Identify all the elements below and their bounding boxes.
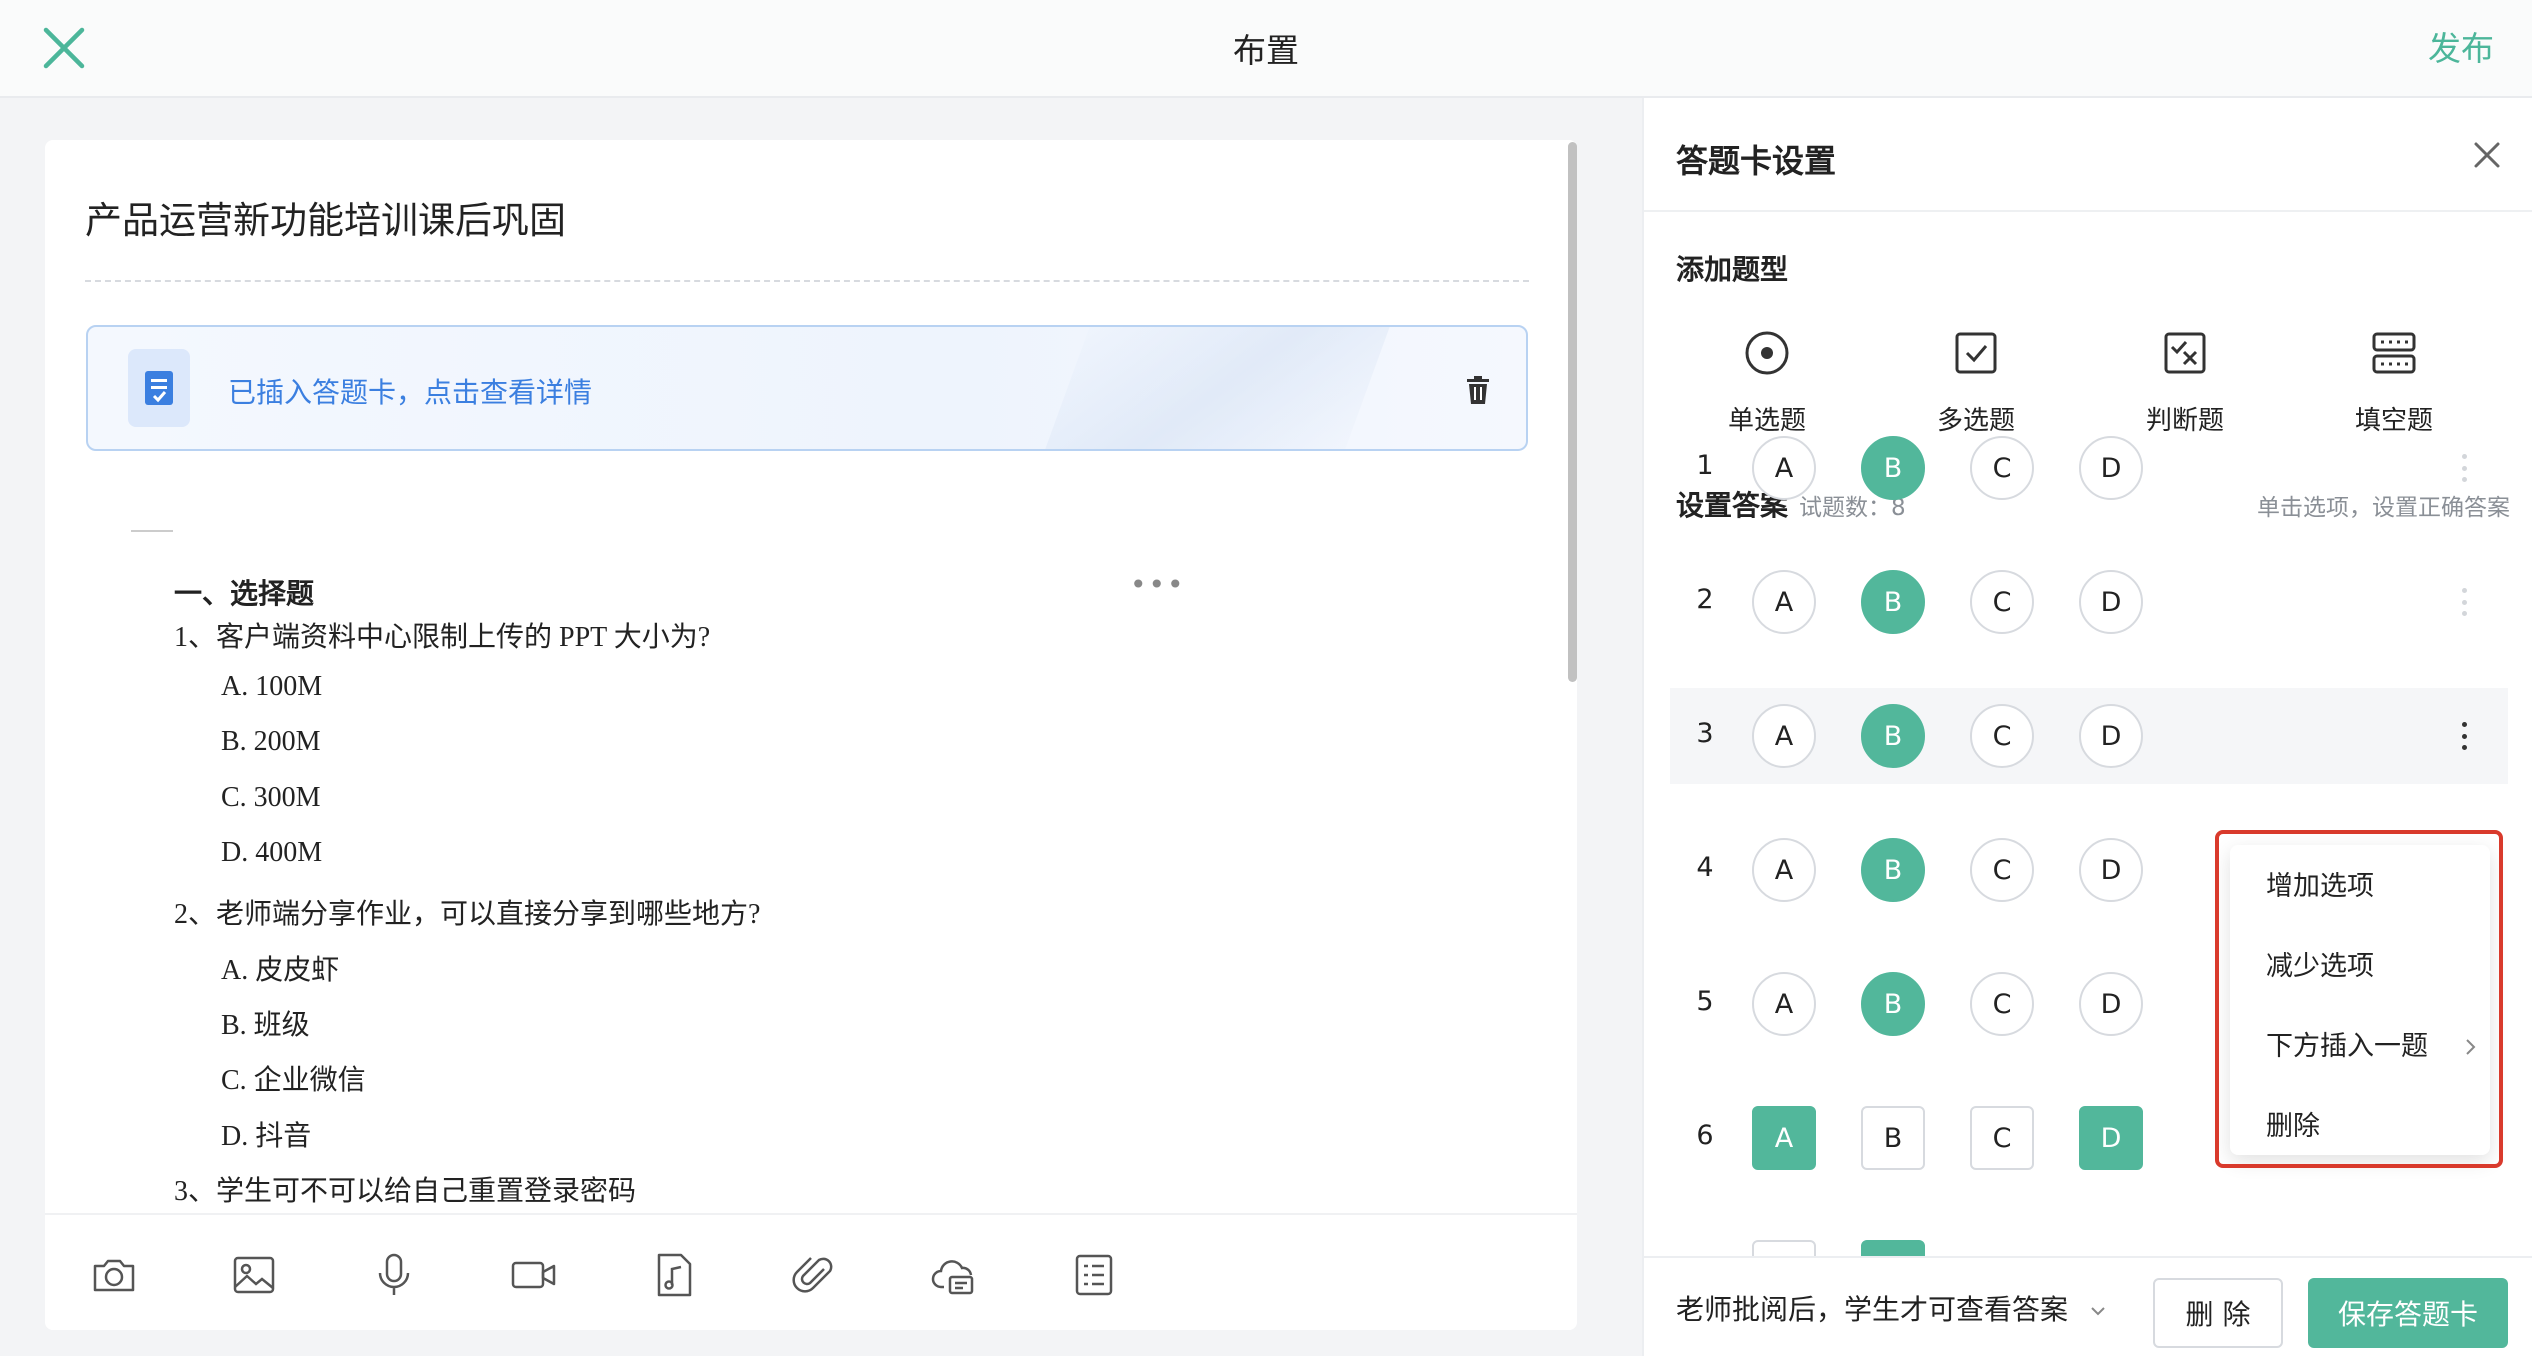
document-title[interactable]: 产品运营新功能培训课后巩固 <box>85 190 566 244</box>
publish-button[interactable]: 发布 <box>2428 22 2494 70</box>
chevron-down-icon <box>2091 1307 2105 1316</box>
question-option: A. 皮皮虾 <box>221 955 340 986</box>
answer-option[interactable]: D <box>2079 436 2143 500</box>
answer-option[interactable]: C <box>1970 838 2034 902</box>
row-number: 6 <box>1696 1120 1714 1151</box>
answer-option[interactable]: A <box>1752 838 1816 902</box>
row-number: 2 <box>1696 584 1714 615</box>
answer-option[interactable]: C <box>1970 1106 2034 1170</box>
delete-button[interactable]: 删 除 <box>2153 1278 2283 1348</box>
menu-item-insert-below[interactable]: 下方插入一题 <box>2230 1011 2490 1083</box>
trash-icon[interactable] <box>1464 375 1492 405</box>
list-icon[interactable] <box>1070 1251 1118 1299</box>
answer-option[interactable]: A <box>1752 704 1816 768</box>
question-option: B. 200M <box>221 726 321 757</box>
question-option: B. 班级 <box>221 1010 310 1041</box>
menu-item-delete[interactable]: 删除 <box>2230 1091 2490 1163</box>
question-option: D. 抖音 <box>221 1121 312 1152</box>
answer-option[interactable]: A <box>1752 1106 1816 1170</box>
answer-option[interactable]: D <box>2079 838 2143 902</box>
question-option: C. 企业微信 <box>221 1065 366 1096</box>
more-icon[interactable]: ••• <box>1130 568 1186 601</box>
answer-option[interactable]: C <box>1970 436 2034 500</box>
save-answer-card-button[interactable]: 保存答题卡 <box>2308 1278 2508 1348</box>
answer-option[interactable]: B <box>1861 972 1925 1036</box>
page-title: 布置 <box>1233 31 1299 70</box>
panel-title: 答题卡设置 <box>1676 142 1837 180</box>
music-file-icon[interactable] <box>650 1251 698 1299</box>
answer-visibility-select[interactable]: 老师批阅后，学生才可查看答案 <box>1676 1288 2107 1328</box>
close-icon[interactable] <box>2470 138 2504 172</box>
answer-visibility-label: 老师批阅后，学生才可查看答案 <box>1676 1293 2069 1326</box>
cloud-file-icon[interactable] <box>930 1251 978 1299</box>
answer-option[interactable]: B <box>1861 570 1925 634</box>
answer-option[interactable]: A <box>1752 570 1816 634</box>
section-heading: 一、选择题 <box>174 577 315 610</box>
answer-row: 1 ABCD <box>1670 420 2508 516</box>
row-number: 1 <box>1696 450 1714 481</box>
row-number: 4 <box>1696 852 1714 883</box>
banner-decoration <box>1035 327 1397 449</box>
question-option: C. 300M <box>221 782 321 813</box>
answer-option[interactable]: D <box>2079 570 2143 634</box>
microphone-icon[interactable] <box>370 1251 418 1299</box>
add-type-heading: 添加题型 <box>1676 253 1789 286</box>
radio-icon <box>1745 331 1789 375</box>
answer-row: 2 ABCD <box>1670 554 2508 650</box>
camera-icon[interactable] <box>90 1251 138 1299</box>
answer-option[interactable]: A <box>1752 436 1816 500</box>
answer-row: 3 ABCD <box>1670 688 2508 784</box>
more-vertical-icon[interactable] <box>2454 716 2474 756</box>
menu-item-add-option[interactable]: 增加选项 <box>2230 851 2490 923</box>
document-editor: 产品运营新功能培训课后巩固 已插入答题卡，点击查看详情 一、选择题 ••• 1、… <box>45 140 1577 1330</box>
panel-footer: 老师批阅后，学生才可查看答案 删 除 保存答题卡 <box>1644 1256 2532 1356</box>
checkbox-icon <box>1955 332 1997 374</box>
more-vertical-icon[interactable] <box>2454 448 2474 488</box>
menu-item-label: 下方插入一题 <box>2266 1031 2428 1062</box>
question-text: 1、客户端资料中心限制上传的 PPT 大小为? <box>174 622 711 653</box>
chevron-right-icon <box>2466 1039 2476 1055</box>
answer-option[interactable]: D <box>2079 1106 2143 1170</box>
more-vertical-icon[interactable] <box>2454 582 2474 622</box>
answer-option[interactable]: B <box>1861 1106 1925 1170</box>
title-divider <box>85 280 1529 282</box>
answer-card-icon <box>128 349 190 427</box>
answer-card-panel: 答题卡设置 添加题型 单选题 多选题 判断题 填空题 设置答案 试题数：8 单击… <box>1642 98 2532 1356</box>
answer-option[interactable]: B <box>1861 436 1925 500</box>
question-text: 3、学生可不可以给自己重置登录密码 <box>174 1176 637 1207</box>
row-number: 5 <box>1696 986 1714 1017</box>
row-number: 3 <box>1696 718 1714 749</box>
image-icon[interactable] <box>230 1251 278 1299</box>
answer-option[interactable]: C <box>1970 570 2034 634</box>
banner-link-text: 已插入答题卡，点击查看详情 <box>228 376 593 409</box>
answer-option[interactable]: B <box>1861 838 1925 902</box>
question-text: 2、老师端分享作业，可以直接分享到哪些地方? <box>174 899 761 930</box>
media-toolbar <box>45 1213 1577 1330</box>
question-option: A. 100M <box>221 671 323 702</box>
question-option: D. 400M <box>221 837 323 868</box>
menu-item-remove-option[interactable]: 减少选项 <box>2230 931 2490 1003</box>
judge-icon <box>2164 332 2206 374</box>
panel-divider <box>1644 210 2532 212</box>
close-icon[interactable] <box>38 22 90 74</box>
paragraph-marker <box>131 530 173 532</box>
attachment-icon[interactable] <box>790 1251 838 1299</box>
answer-option[interactable]: A <box>1752 972 1816 1036</box>
answer-option[interactable]: C <box>1970 972 2034 1036</box>
answer-card-banner[interactable]: 已插入答题卡，点击查看详情 <box>86 325 1528 451</box>
row-context-menu: 增加选项 减少选项 下方插入一题 删除 <box>2230 845 2490 1155</box>
top-bar: 布置 发布 <box>0 0 2532 98</box>
answer-option[interactable]: D <box>2079 704 2143 768</box>
answer-option[interactable]: C <box>1970 704 2034 768</box>
editor-scrollbar[interactable] <box>1568 142 1577 682</box>
answer-option[interactable]: B <box>1861 704 1925 768</box>
answer-option[interactable]: D <box>2079 972 2143 1036</box>
fill-blank-icon <box>2372 332 2416 374</box>
video-icon[interactable] <box>510 1251 558 1299</box>
